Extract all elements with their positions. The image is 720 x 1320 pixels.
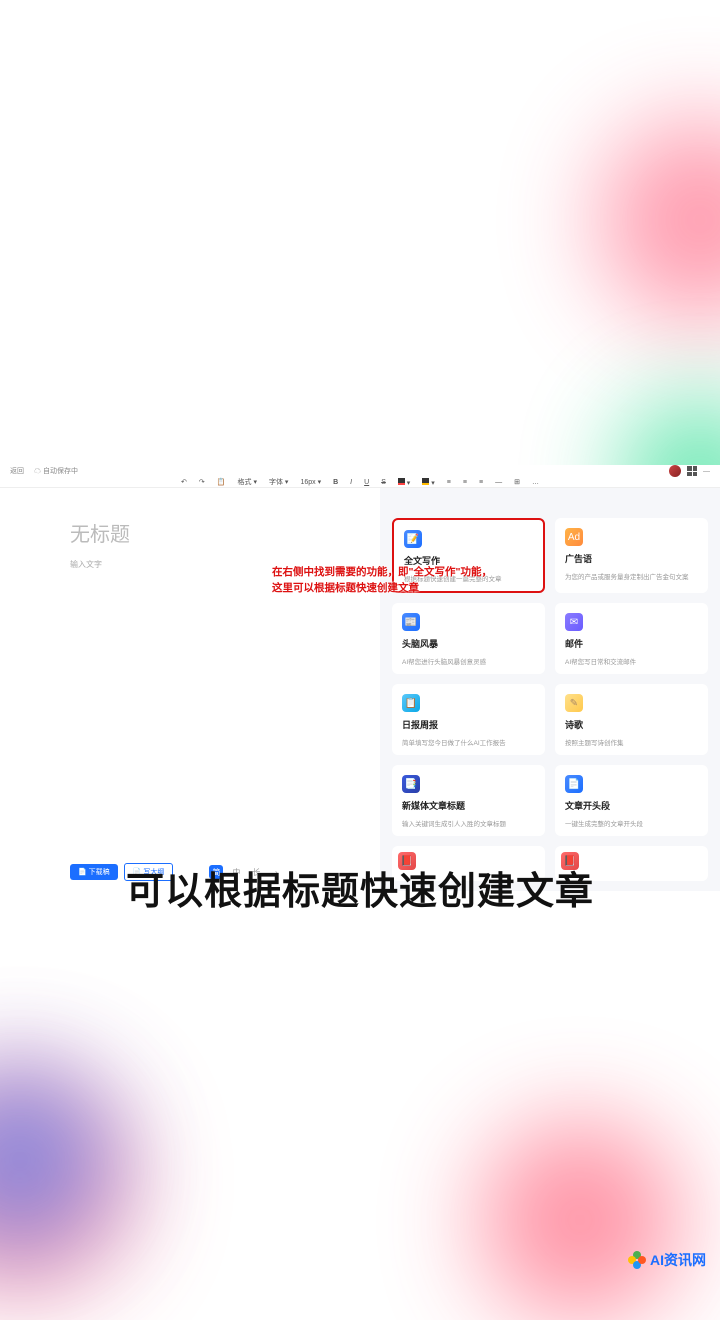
- report-icon: 📋: [402, 694, 420, 712]
- top-bar: 返回 ☁ 自动保存中 —: [0, 465, 720, 477]
- card-desc: 输入关键词生成引人入胜的文章标题: [402, 818, 535, 828]
- intro-icon: 📄: [565, 775, 583, 793]
- card-title: 新媒体文章标题: [402, 799, 535, 812]
- paste-button[interactable]: 📋: [215, 478, 228, 486]
- card-desc: 为您的产品或服务量身定制出广告金句文案: [565, 571, 698, 581]
- title-icon: 📑: [402, 775, 420, 793]
- card-desc: 简单填写您今日做了什么AI工作报告: [402, 737, 535, 747]
- card-title: 头脑风暴: [402, 637, 535, 650]
- text-color-button[interactable]: ▾: [396, 478, 412, 487]
- mail-icon: ✉: [565, 613, 583, 631]
- app-window: 返回 ☁ 自动保存中 — ↶ ↷ 📋 格式 ▾ 字体 ▾ 16px ▾ B I …: [0, 465, 720, 815]
- font-dropdown[interactable]: 字体 ▾: [267, 477, 290, 487]
- list-unordered-button[interactable]: ≡: [461, 479, 469, 486]
- news-icon: 📰: [402, 613, 420, 631]
- toolbar: ↶ ↷ 📋 格式 ▾ 字体 ▾ 16px ▾ B I U S ▾ ▾ ≡ ≡ ≡…: [0, 477, 720, 488]
- card-title: 诗歌: [565, 718, 698, 731]
- card-intro[interactable]: 📄 文章开头段 一键生成完整的文章开头段: [555, 765, 708, 836]
- card-desc: 根据标题快速创建一篇完整的文章: [404, 573, 533, 583]
- card-title: 广告语: [565, 552, 698, 565]
- card-brainstorm[interactable]: 📰 头脑风暴 AI帮您进行头脑风暴创意灵感: [392, 603, 545, 674]
- card-ad[interactable]: Ad 广告语 为您的产品或服务量身定制出广告金句文案: [555, 518, 708, 593]
- format-dropdown[interactable]: 格式 ▾: [236, 477, 259, 487]
- autosave-status: ☁ 自动保存中: [34, 466, 78, 476]
- doc-icon: 📝: [404, 530, 422, 548]
- pen-icon: ✎: [565, 694, 583, 712]
- strike-button[interactable]: S: [379, 479, 388, 486]
- undo-button[interactable]: ↶: [179, 478, 189, 486]
- apps-icon[interactable]: [687, 466, 697, 476]
- doc-title-input[interactable]: 无标题: [70, 518, 360, 547]
- card-email[interactable]: ✉ 邮件 AI帮您写日常和交流邮件: [555, 603, 708, 674]
- card-fulltext[interactable]: 📝 全文写作 根据标题快速创建一篇完整的文章: [392, 518, 545, 593]
- card-report[interactable]: 📋 日报周报 简单填写您今日做了什么AI工作报告: [392, 684, 545, 755]
- italic-button[interactable]: I: [348, 479, 354, 486]
- list-ordered-button[interactable]: ≡: [445, 479, 453, 486]
- doc-body-input[interactable]: 输入文字: [70, 559, 360, 570]
- more-button[interactable]: …: [530, 479, 541, 486]
- card-desc: 按照主题写诗创作集: [565, 737, 698, 747]
- size-dropdown[interactable]: 16px ▾: [298, 478, 323, 486]
- ad-icon: Ad: [565, 528, 583, 546]
- card-poetry[interactable]: ✎ 诗歌 按照主题写诗创作集: [555, 684, 708, 755]
- card-title: 日报周报: [402, 718, 535, 731]
- avatar[interactable]: [669, 465, 681, 477]
- redo-button[interactable]: ↷: [197, 478, 207, 486]
- card-media-title[interactable]: 📑 新媒体文章标题 输入关键词生成引人入胜的文章标题: [392, 765, 545, 836]
- underline-button[interactable]: U: [362, 479, 371, 486]
- flower-icon: [628, 1251, 646, 1269]
- back-link[interactable]: 返回: [10, 466, 24, 476]
- minimize-icon[interactable]: —: [703, 468, 710, 475]
- bold-button[interactable]: B: [331, 479, 340, 486]
- hr-button[interactable]: —: [493, 479, 504, 486]
- table-button[interactable]: ⊞: [512, 478, 522, 486]
- card-title: 全文写作: [404, 554, 533, 567]
- card-desc: 一键生成完整的文章开头段: [565, 818, 698, 828]
- watermark: AI资讯网: [628, 1250, 706, 1270]
- card-desc: AI帮您进行头脑风暴创意灵感: [402, 656, 535, 666]
- document-area[interactable]: 无标题 输入文字 📄 下载稿 📄 写大纲 简 中 长 ›: [0, 488, 380, 891]
- card-title: 邮件: [565, 637, 698, 650]
- list-task-button[interactable]: ≡: [477, 479, 485, 486]
- card-title: 文章开头段: [565, 799, 698, 812]
- card-desc: AI帮您写日常和交流邮件: [565, 656, 698, 666]
- highlight-button[interactable]: ▾: [420, 478, 436, 487]
- caption: 可以根据标题快速创建文章: [0, 860, 720, 915]
- template-panel: 📝 全文写作 根据标题快速创建一篇完整的文章 Ad 广告语 为您的产品或服务量身…: [380, 488, 720, 891]
